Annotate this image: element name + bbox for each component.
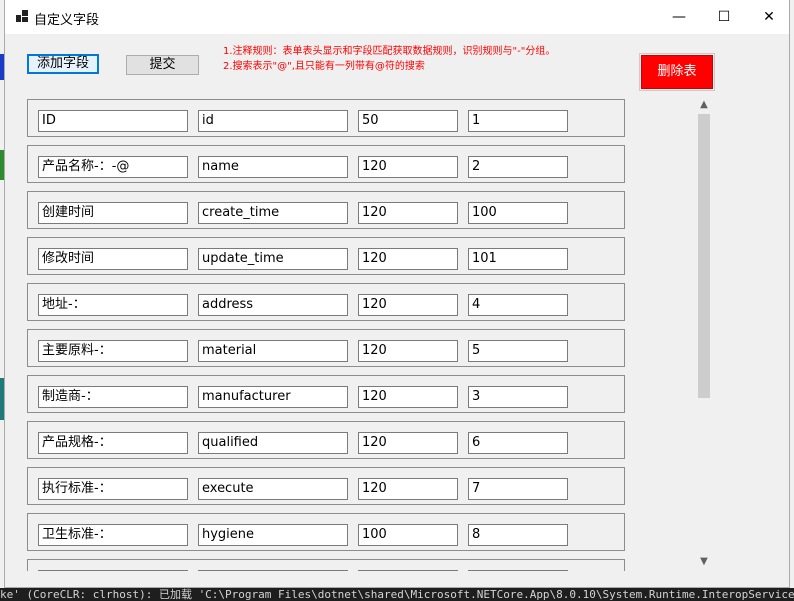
rule-note-2: 2.搜索表示"@",且只能有一列带有@符的搜索 bbox=[223, 61, 425, 72]
window-title: 自定义字段 bbox=[34, 13, 100, 28]
field-row: 修改时间 update_time 120 101 bbox=[27, 237, 625, 275]
field-row: 产品规格-： qualified 120 6 bbox=[27, 421, 625, 459]
field-order-input[interactable]: 101 bbox=[468, 248, 568, 270]
field-label-input[interactable]: ID bbox=[38, 110, 188, 132]
app-icon bbox=[16, 10, 28, 22]
delete-table-button[interactable]: 删除表 bbox=[639, 53, 715, 91]
minimize-button[interactable]: — bbox=[657, 0, 701, 34]
field-width-input[interactable]: 120 bbox=[358, 156, 458, 178]
field-order-input[interactable]: 4 bbox=[468, 294, 568, 316]
field-label-input[interactable]: 修改时间 bbox=[38, 248, 188, 270]
field-order-input[interactable]: 3 bbox=[468, 386, 568, 408]
field-width-input[interactable]: 120 bbox=[358, 386, 458, 408]
field-label-input[interactable]: 产品名称-：-@ bbox=[38, 156, 188, 178]
field-width-input[interactable]: 120 bbox=[358, 248, 458, 270]
vertical-scrollbar[interactable]: ▲ ▼ bbox=[695, 96, 713, 571]
rules-notes: 1.注释规则：表单表头显示和字段匹配获取数据规则，识别规则与"-"分组。 2.搜… bbox=[223, 44, 555, 74]
field-row: 主要原料-： material 120 5 bbox=[27, 329, 625, 367]
field-width-input[interactable]: 50 bbox=[358, 110, 458, 132]
field-width-input[interactable]: 100 bbox=[358, 524, 458, 546]
field-order-input[interactable] bbox=[468, 570, 568, 571]
field-name-input[interactable] bbox=[198, 570, 348, 571]
field-row: ID id 50 1 bbox=[27, 99, 625, 137]
field-row: 创建时间 create_time 120 100 bbox=[27, 191, 625, 229]
submit-button[interactable]: 提交 bbox=[126, 55, 199, 75]
close-button[interactable]: ✕ bbox=[747, 0, 789, 34]
field-order-input[interactable]: 2 bbox=[468, 156, 568, 178]
field-name-input[interactable]: name bbox=[198, 156, 348, 178]
field-row: 地址-： address 120 4 bbox=[27, 283, 625, 321]
scroll-up-arrow-icon[interactable]: ▲ bbox=[695, 96, 713, 114]
field-label-input[interactable]: 卫生标准-： bbox=[38, 524, 188, 546]
field-name-input[interactable]: hygiene bbox=[198, 524, 348, 546]
field-label-input[interactable]: 地址-： bbox=[38, 294, 188, 316]
field-row: 产品名称-：-@ name 120 2 bbox=[27, 145, 625, 183]
field-name-input[interactable]: manufacturer bbox=[198, 386, 348, 408]
field-order-input[interactable]: 100 bbox=[468, 202, 568, 224]
field-name-input[interactable]: material bbox=[198, 340, 348, 362]
field-row: 执行标准-： execute 120 7 bbox=[27, 467, 625, 505]
field-width-input[interactable]: 120 bbox=[358, 478, 458, 500]
field-row bbox=[27, 559, 625, 571]
field-list: ID id 50 1 产品名称-：-@ name 120 2 创建时间 crea… bbox=[27, 96, 705, 571]
field-width-input[interactable]: 120 bbox=[358, 294, 458, 316]
field-label-input[interactable] bbox=[38, 570, 188, 571]
maximize-button[interactable]: ☐ bbox=[702, 0, 746, 34]
rule-note-1: 1.注释规则：表单表头显示和字段匹配获取数据规则，识别规则与"-"分组。 bbox=[223, 46, 556, 57]
field-label-input[interactable]: 执行标准-： bbox=[38, 478, 188, 500]
field-order-input[interactable]: 1 bbox=[468, 110, 568, 132]
scroll-down-arrow-icon[interactable]: ▼ bbox=[695, 553, 713, 571]
field-name-input[interactable]: create_time bbox=[198, 202, 348, 224]
field-width-input[interactable]: 120 bbox=[358, 340, 458, 362]
field-width-input[interactable] bbox=[358, 570, 458, 571]
field-order-input[interactable]: 8 bbox=[468, 524, 568, 546]
scroll-thumb[interactable] bbox=[698, 114, 710, 398]
field-order-input[interactable]: 6 bbox=[468, 432, 568, 454]
field-name-input[interactable]: id bbox=[198, 110, 348, 132]
console-output-strip: ke' (CoreCLR: clrhost): 已加载 'C:\Program … bbox=[0, 588, 794, 601]
field-order-input[interactable]: 7 bbox=[468, 478, 568, 500]
field-row: 卫生标准-： hygiene 100 8 bbox=[27, 513, 625, 551]
field-width-input[interactable]: 120 bbox=[358, 202, 458, 224]
field-name-input[interactable]: update_time bbox=[198, 248, 348, 270]
field-label-input[interactable]: 创建时间 bbox=[38, 202, 188, 224]
title-bar: 自定义字段 — ☐ ✕ bbox=[5, 0, 789, 34]
custom-fields-window: 自定义字段 — ☐ ✕ 添加字段 提交 1.注释规则：表单表头显示和字段匹配获取… bbox=[4, 0, 790, 588]
field-name-input[interactable]: execute bbox=[198, 478, 348, 500]
field-label-input[interactable]: 制造商-： bbox=[38, 386, 188, 408]
field-name-input[interactable]: address bbox=[198, 294, 348, 316]
field-order-input[interactable]: 5 bbox=[468, 340, 568, 362]
field-row: 制造商-： manufacturer 120 3 bbox=[27, 375, 625, 413]
field-label-input[interactable]: 产品规格-： bbox=[38, 432, 188, 454]
add-field-button[interactable]: 添加字段 bbox=[27, 54, 99, 74]
field-width-input[interactable]: 120 bbox=[358, 432, 458, 454]
field-name-input[interactable]: qualified bbox=[198, 432, 348, 454]
field-label-input[interactable]: 主要原料-： bbox=[38, 340, 188, 362]
